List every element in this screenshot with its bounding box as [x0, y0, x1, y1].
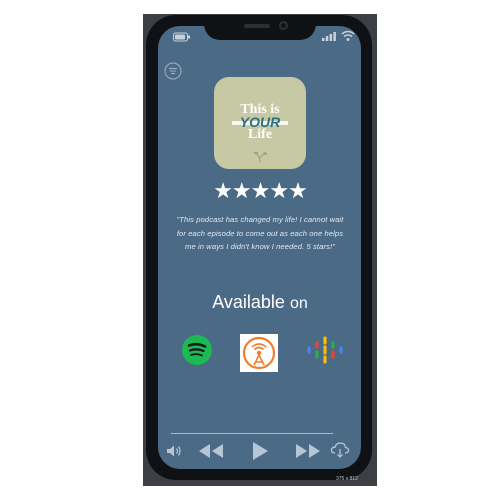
- play-icon[interactable]: [251, 441, 269, 461]
- available-text: Available: [212, 292, 285, 312]
- rewind-icon[interactable]: [198, 442, 224, 460]
- review-quote: "This podcast has changed my life! I can…: [176, 215, 344, 251]
- battery-icon: [173, 32, 190, 42]
- player-progress-divider: [171, 433, 333, 434]
- spotify-icon[interactable]: [181, 334, 213, 366]
- cloud-download-icon[interactable]: [330, 441, 350, 459]
- menu-icon[interactable]: [164, 62, 182, 80]
- phone-notch: [204, 16, 316, 40]
- podcast-cover-art[interactable]: This is YOUR Life: [214, 77, 306, 169]
- canvas-size-label: 375 x 812: [336, 476, 358, 482]
- available-on-heading: Available on: [180, 292, 340, 313]
- google-podcasts-icon[interactable]: [306, 336, 344, 364]
- on-text: on: [289, 295, 308, 312]
- wifi-icon: [341, 30, 355, 41]
- fast-forward-icon[interactable]: [295, 442, 321, 460]
- cellular-signal-icon: [322, 32, 336, 41]
- cover-title-line3: Life: [247, 127, 273, 142]
- rating-stars: ★★★★★: [213, 178, 308, 203]
- phone-camera: [279, 21, 288, 30]
- volume-icon[interactable]: [166, 444, 182, 458]
- overcast-icon[interactable]: [240, 334, 278, 372]
- phone-speaker: [244, 24, 270, 28]
- leaf-icon: [254, 151, 267, 163]
